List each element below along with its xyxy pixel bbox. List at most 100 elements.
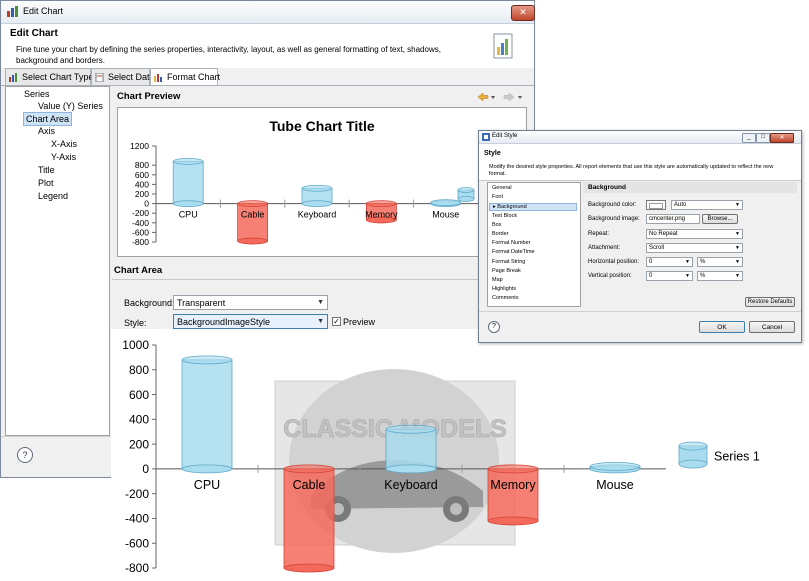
minimize-button[interactable]: _ bbox=[742, 133, 756, 143]
color-picker-button[interactable] bbox=[646, 200, 666, 210]
category-label: Keyboard bbox=[298, 210, 337, 220]
background-combo[interactable]: Transparent ▼ bbox=[173, 295, 328, 310]
vpos-combo[interactable]: 0 ▼ bbox=[646, 271, 693, 281]
legend-swatch-top bbox=[678, 441, 708, 451]
attachment-label: Attachment: bbox=[588, 245, 621, 251]
edit-chart-titlebar[interactable]: Edit Chart ✕ bbox=[1, 1, 535, 24]
y-tick-label: 0 bbox=[142, 462, 149, 476]
maximize-button[interactable]: □ bbox=[756, 133, 770, 143]
y-tick-label: -800 bbox=[132, 237, 149, 247]
edit-style-titlebar[interactable]: Edit Style _ □ ✕ bbox=[479, 131, 801, 144]
y-tick-label: -800 bbox=[125, 561, 149, 575]
wizard-chart-icon bbox=[493, 33, 513, 59]
bg-color-combo[interactable]: Auto ▼ bbox=[671, 200, 743, 210]
chart-type-icon bbox=[9, 73, 17, 82]
style-category-background[interactable]: ▸ Background bbox=[489, 203, 577, 212]
chevron-down-icon: ▼ bbox=[685, 273, 690, 279]
repeat-combo[interactable]: No Repeat ▼ bbox=[646, 229, 743, 239]
category-label: Memory bbox=[490, 478, 536, 492]
tree-item-title[interactable]: Title bbox=[38, 164, 55, 176]
style-category-list: General Font ▸ Background Text Block Box Bord… bbox=[487, 182, 581, 307]
style-category-font[interactable]: Font bbox=[492, 194, 503, 200]
chevron-down-icon: ▼ bbox=[735, 245, 740, 251]
style-category-highlights[interactable]: Highlights bbox=[492, 286, 516, 292]
style-category-format-datetime[interactable]: Format DateTime bbox=[492, 249, 535, 255]
style-category-general[interactable]: General bbox=[492, 185, 512, 191]
ok-label: OK bbox=[717, 324, 727, 331]
header-title: Edit Chart bbox=[10, 28, 58, 39]
preview-checkbox[interactable]: ✓ bbox=[332, 317, 341, 326]
help-button[interactable]: ? bbox=[17, 447, 33, 463]
tube-bar bbox=[237, 200, 269, 245]
style-combo[interactable]: BackgroundImageStyle ▼ bbox=[173, 314, 328, 329]
tab-select-chart-type[interactable]: Select Chart Type bbox=[5, 68, 94, 85]
tree-item-x-axis[interactable]: X-Axis bbox=[51, 138, 77, 150]
background-panel: Background Background color: Auto ▼ Backg… bbox=[583, 182, 797, 307]
tree-item-plot[interactable]: Plot bbox=[38, 177, 54, 189]
edit-style-dialog: Edit Style _ □ ✕ Style Modify the desire… bbox=[478, 130, 802, 343]
y-tick-label: 800 bbox=[135, 160, 149, 170]
tube-bar bbox=[385, 424, 437, 474]
legend-swatch-bottom bbox=[678, 459, 708, 469]
tab-label: Select Chart Type bbox=[22, 72, 94, 82]
style-app-icon bbox=[482, 133, 490, 141]
style-category-comments[interactable]: Comments bbox=[492, 295, 519, 301]
hpos-label: Horizontal position: bbox=[588, 259, 640, 265]
close-icon: ✕ bbox=[519, 8, 527, 18]
tab-format-chart[interactable]: Format Chart bbox=[150, 68, 221, 86]
attachment-combo[interactable]: Scroll ▼ bbox=[646, 243, 743, 253]
tube-bar bbox=[172, 157, 204, 207]
tree-item-legend[interactable]: Legend bbox=[38, 190, 68, 202]
tree-item-chart-area[interactable]: Chart Area bbox=[23, 112, 73, 126]
legend-label: Series 1 bbox=[714, 449, 760, 463]
tube-bar bbox=[589, 462, 641, 474]
cancel-button[interactable]: Cancel bbox=[749, 321, 795, 333]
close-button[interactable]: ✕ bbox=[511, 5, 535, 21]
hpos-unit: % bbox=[700, 259, 706, 265]
style-category-text-block[interactable]: Text Block bbox=[492, 213, 517, 219]
y-tick-label: 400 bbox=[135, 179, 149, 189]
tube-bottom bbox=[301, 200, 333, 207]
background-label: Background: bbox=[124, 298, 175, 308]
style-heading: Style bbox=[484, 150, 501, 157]
tube-top bbox=[301, 184, 333, 192]
tab-select-data[interactable]: Select Data bbox=[91, 68, 155, 85]
vpos-value: 0 bbox=[649, 273, 653, 279]
tube-bar bbox=[181, 355, 233, 474]
chart-area-render: CLASSIC MODELS -800-600-400-200020040060… bbox=[111, 329, 801, 581]
style-category-page-break[interactable]: Page Break bbox=[492, 268, 521, 274]
vpos-unit: % bbox=[700, 273, 706, 279]
style-category-border[interactable]: Border bbox=[492, 231, 509, 237]
hpos-combo[interactable]: 0 ▼ bbox=[646, 257, 693, 267]
preview-chart-svg: Tube Chart Title -800-600-400-20002004006… bbox=[130, 118, 478, 247]
tree-item-value-series[interactable]: Value (Y) Series bbox=[38, 100, 103, 112]
tree-item-axis[interactable]: Axis bbox=[38, 125, 55, 137]
format-chart-icon bbox=[154, 74, 162, 82]
style-category-map[interactable]: Map bbox=[492, 277, 503, 283]
browse-button[interactable]: Browse... bbox=[702, 214, 738, 224]
tube-top bbox=[365, 200, 397, 207]
tab-label: Select Data bbox=[108, 72, 155, 82]
style-category-format-string[interactable]: Format String bbox=[492, 259, 525, 265]
tree-item-y-axis[interactable]: Y-Axis bbox=[51, 151, 76, 163]
dialog-help-button[interactable]: ? bbox=[488, 321, 500, 333]
tab-label: Format Chart bbox=[167, 72, 221, 82]
tube-top bbox=[283, 464, 335, 474]
tube-top bbox=[172, 157, 204, 165]
style-category-box[interactable]: Box bbox=[492, 222, 501, 228]
dialog-close-button[interactable]: ✕ bbox=[770, 133, 794, 143]
category-label: CPU bbox=[179, 210, 198, 220]
preview-nav-arrows[interactable] bbox=[476, 92, 526, 102]
tree-item-series[interactable]: Series bbox=[24, 88, 50, 100]
y-tick-label: 1200 bbox=[130, 141, 149, 151]
hpos-unit-combo[interactable]: % ▼ bbox=[697, 257, 743, 267]
tube-bottom bbox=[181, 464, 233, 474]
format-tree: Series Value (Y) Series Chart Area Axis … bbox=[5, 86, 110, 436]
y-tick-label: -200 bbox=[132, 208, 149, 218]
restore-defaults-button[interactable]: Restore Defaults bbox=[745, 297, 795, 307]
bg-image-field[interactable]: cmcenter.png bbox=[646, 214, 700, 224]
tube-bottom bbox=[385, 464, 437, 474]
style-category-format-number[interactable]: Format Number bbox=[492, 240, 531, 246]
ok-button[interactable]: OK bbox=[699, 321, 745, 333]
vpos-unit-combo[interactable]: % ▼ bbox=[697, 271, 743, 281]
